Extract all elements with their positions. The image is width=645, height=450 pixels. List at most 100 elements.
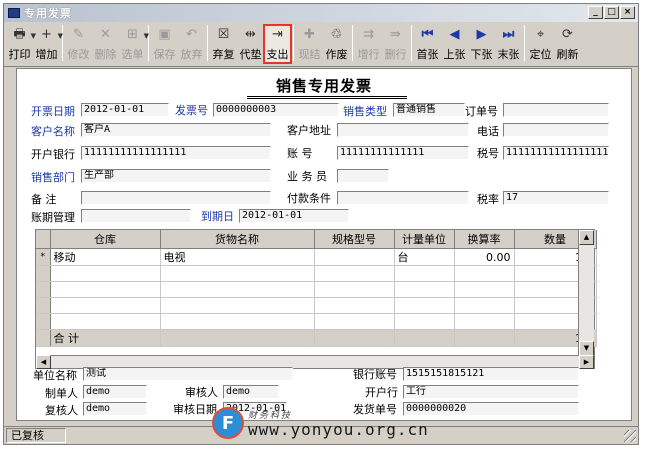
save-icon: ▣ bbox=[158, 27, 171, 42]
bank-field[interactable]: 11111111111111111 bbox=[81, 146, 271, 160]
cell-spec[interactable] bbox=[314, 297, 395, 314]
cell-product-name[interactable] bbox=[160, 297, 315, 314]
invoice-no-field[interactable]: 0000000003 bbox=[213, 103, 339, 117]
toolbar-button-previous-record[interactable]: ◀ 上张 bbox=[441, 25, 468, 63]
row-marker[interactable] bbox=[36, 281, 51, 298]
toolbar-separator bbox=[524, 25, 525, 61]
cell-conversion-rate[interactable] bbox=[454, 265, 515, 282]
payment-terms-field[interactable] bbox=[337, 191, 469, 205]
bank-account-field[interactable]: 1515151815121 bbox=[403, 367, 579, 381]
toolbar-button-edit[interactable]: ✎ 修改 bbox=[65, 25, 92, 63]
scroll-down-button[interactable]: ▼ bbox=[579, 341, 594, 356]
row-marker[interactable] bbox=[36, 313, 51, 330]
toolbar-button-first-record[interactable]: ⏮ 首张 bbox=[414, 25, 441, 63]
resize-grip-icon[interactable] bbox=[624, 430, 636, 442]
cell-spec[interactable] bbox=[314, 281, 395, 298]
salesperson-field[interactable] bbox=[337, 169, 389, 183]
cell-warehouse[interactable] bbox=[50, 313, 161, 330]
toolbar-button-printer[interactable]: 🖶 打印 ▼ bbox=[6, 25, 37, 63]
toolbar-button-delete[interactable]: ✕ 删除 bbox=[92, 25, 119, 63]
cell-product-name[interactable]: 电视 bbox=[160, 248, 315, 266]
cell-product-name[interactable] bbox=[160, 281, 315, 298]
sales-type-field[interactable]: 普通销售 bbox=[393, 103, 465, 117]
toolbar-button-select[interactable]: ⊞ 选单 ▼ bbox=[119, 25, 150, 63]
maximize-button[interactable]: □ bbox=[604, 6, 619, 19]
toolbar-button-add-row[interactable]: ⇉ 增行 bbox=[355, 25, 382, 63]
table-row[interactable] bbox=[36, 313, 597, 330]
due-date-field[interactable]: 2012-01-01 bbox=[239, 209, 349, 223]
shipment-no-field[interactable]: 0000000020 bbox=[403, 402, 579, 416]
toolbar-button-delete-row[interactable]: ⇛ 删行 bbox=[382, 25, 409, 63]
invoice-form: 销售专用发票 开票日期 2012-01-01 发票号 0000000003 销售… bbox=[16, 68, 632, 421]
column-header-spec[interactable]: 规格型号 bbox=[314, 230, 395, 249]
row-marker[interactable] bbox=[36, 265, 51, 282]
scroll-right-button[interactable]: ▶ bbox=[579, 355, 594, 369]
toolbar-button-refresh[interactable]: ⟳ 刷新 bbox=[554, 25, 581, 63]
period-mgmt-field[interactable] bbox=[81, 209, 191, 223]
unit-name-field[interactable]: 测试 bbox=[83, 367, 293, 381]
table-row[interactable] bbox=[36, 281, 597, 298]
sales-dept-field[interactable]: 生产部 bbox=[81, 169, 271, 183]
tax-no-field[interactable]: 11111111111111111 bbox=[503, 146, 609, 160]
minimize-button[interactable]: _ bbox=[588, 6, 603, 19]
toolbar-button-next-record[interactable]: ▶ 下张 bbox=[468, 25, 495, 63]
toolbar-button-expense[interactable]: ⇥ 支出 bbox=[263, 24, 292, 64]
table-row[interactable] bbox=[36, 297, 597, 314]
toolbar-button-save[interactable]: ▣ 保存 bbox=[151, 25, 178, 63]
toolbar-button-last-record[interactable]: ⏭ 末张 bbox=[495, 25, 522, 63]
toolbar-button-void[interactable]: ♲ 作废 bbox=[323, 25, 350, 63]
cell-unit[interactable] bbox=[394, 281, 455, 298]
order-no-field[interactable] bbox=[503, 103, 609, 117]
toolbar-button-locate[interactable]: ⌖ 定位 bbox=[527, 25, 554, 63]
cell-product-name[interactable] bbox=[160, 265, 315, 282]
phone-field[interactable] bbox=[503, 123, 609, 137]
cell-warehouse[interactable]: 移动 bbox=[50, 248, 161, 266]
cell-spec[interactable] bbox=[314, 265, 395, 282]
table-row[interactable]: *移动电视台0.001.0 bbox=[36, 248, 597, 266]
table-row[interactable] bbox=[36, 265, 597, 282]
account-field[interactable]: 11111111111111 bbox=[337, 146, 469, 160]
cell-product-name[interactable] bbox=[160, 313, 315, 330]
printer-icon: 🖶 bbox=[13, 27, 26, 42]
rechecker-field[interactable]: demo bbox=[83, 402, 147, 416]
chevron-down-icon[interactable]: ▼ bbox=[144, 32, 149, 40]
toolbar-button-cancel-review[interactable]: ☒ 弃复 bbox=[210, 25, 237, 63]
customer-address-field[interactable] bbox=[337, 123, 469, 137]
bank-account-label: 银行账号 bbox=[353, 368, 397, 381]
column-header-product-name[interactable]: 货物名称 bbox=[160, 230, 315, 249]
column-header-unit[interactable]: 计量单位 bbox=[394, 230, 455, 249]
cell-conversion-rate[interactable] bbox=[454, 281, 515, 298]
cell-conversion-rate[interactable] bbox=[454, 313, 515, 330]
customer-name-field[interactable]: 客户A bbox=[81, 123, 271, 137]
toolbar-button-undo[interactable]: ↶ 放弃 bbox=[178, 25, 205, 63]
cell-warehouse[interactable] bbox=[50, 297, 161, 314]
toolbar-button-add-document[interactable]: + 增加 ▼ bbox=[33, 25, 64, 63]
cell-unit[interactable] bbox=[394, 297, 455, 314]
row-marker[interactable] bbox=[36, 297, 51, 314]
cell-unit[interactable] bbox=[394, 313, 455, 330]
cell-unit[interactable]: 台 bbox=[394, 248, 455, 266]
cell-unit[interactable] bbox=[394, 265, 455, 282]
column-header-warehouse[interactable]: 仓库 bbox=[50, 230, 161, 249]
bank-branch-field[interactable]: 工行 bbox=[403, 385, 579, 399]
column-header-conversion-rate[interactable]: 换算率 bbox=[454, 230, 515, 249]
close-button[interactable]: × bbox=[620, 6, 635, 19]
tax-rate-field[interactable]: 17 bbox=[503, 191, 609, 205]
cell-spec[interactable] bbox=[314, 313, 395, 330]
toolbar-button-advance[interactable]: ⇹ 代垫 bbox=[237, 25, 264, 63]
cell-conversion-rate[interactable]: 0.00 bbox=[454, 248, 515, 266]
chevron-down-icon[interactable]: ▼ bbox=[58, 32, 63, 40]
remarks-field[interactable] bbox=[81, 191, 271, 205]
scroll-up-button[interactable]: ▲ bbox=[579, 230, 594, 245]
cell-warehouse[interactable] bbox=[50, 265, 161, 282]
unit-name-label: 单位名称 bbox=[33, 369, 77, 382]
grid-vertical-scrollbar[interactable]: ▲ ▼ bbox=[578, 230, 594, 356]
cell-spec[interactable] bbox=[314, 248, 395, 266]
reviewer-field[interactable]: demo bbox=[223, 385, 279, 399]
invoice-date-field[interactable]: 2012-01-01 bbox=[81, 103, 169, 117]
maker-field[interactable]: demo bbox=[83, 385, 147, 399]
cell-conversion-rate[interactable] bbox=[454, 297, 515, 314]
cell-warehouse[interactable] bbox=[50, 281, 161, 298]
row-marker[interactable]: * bbox=[36, 248, 51, 266]
toolbar-button-settle[interactable]: ✚ 现结 bbox=[296, 25, 323, 63]
